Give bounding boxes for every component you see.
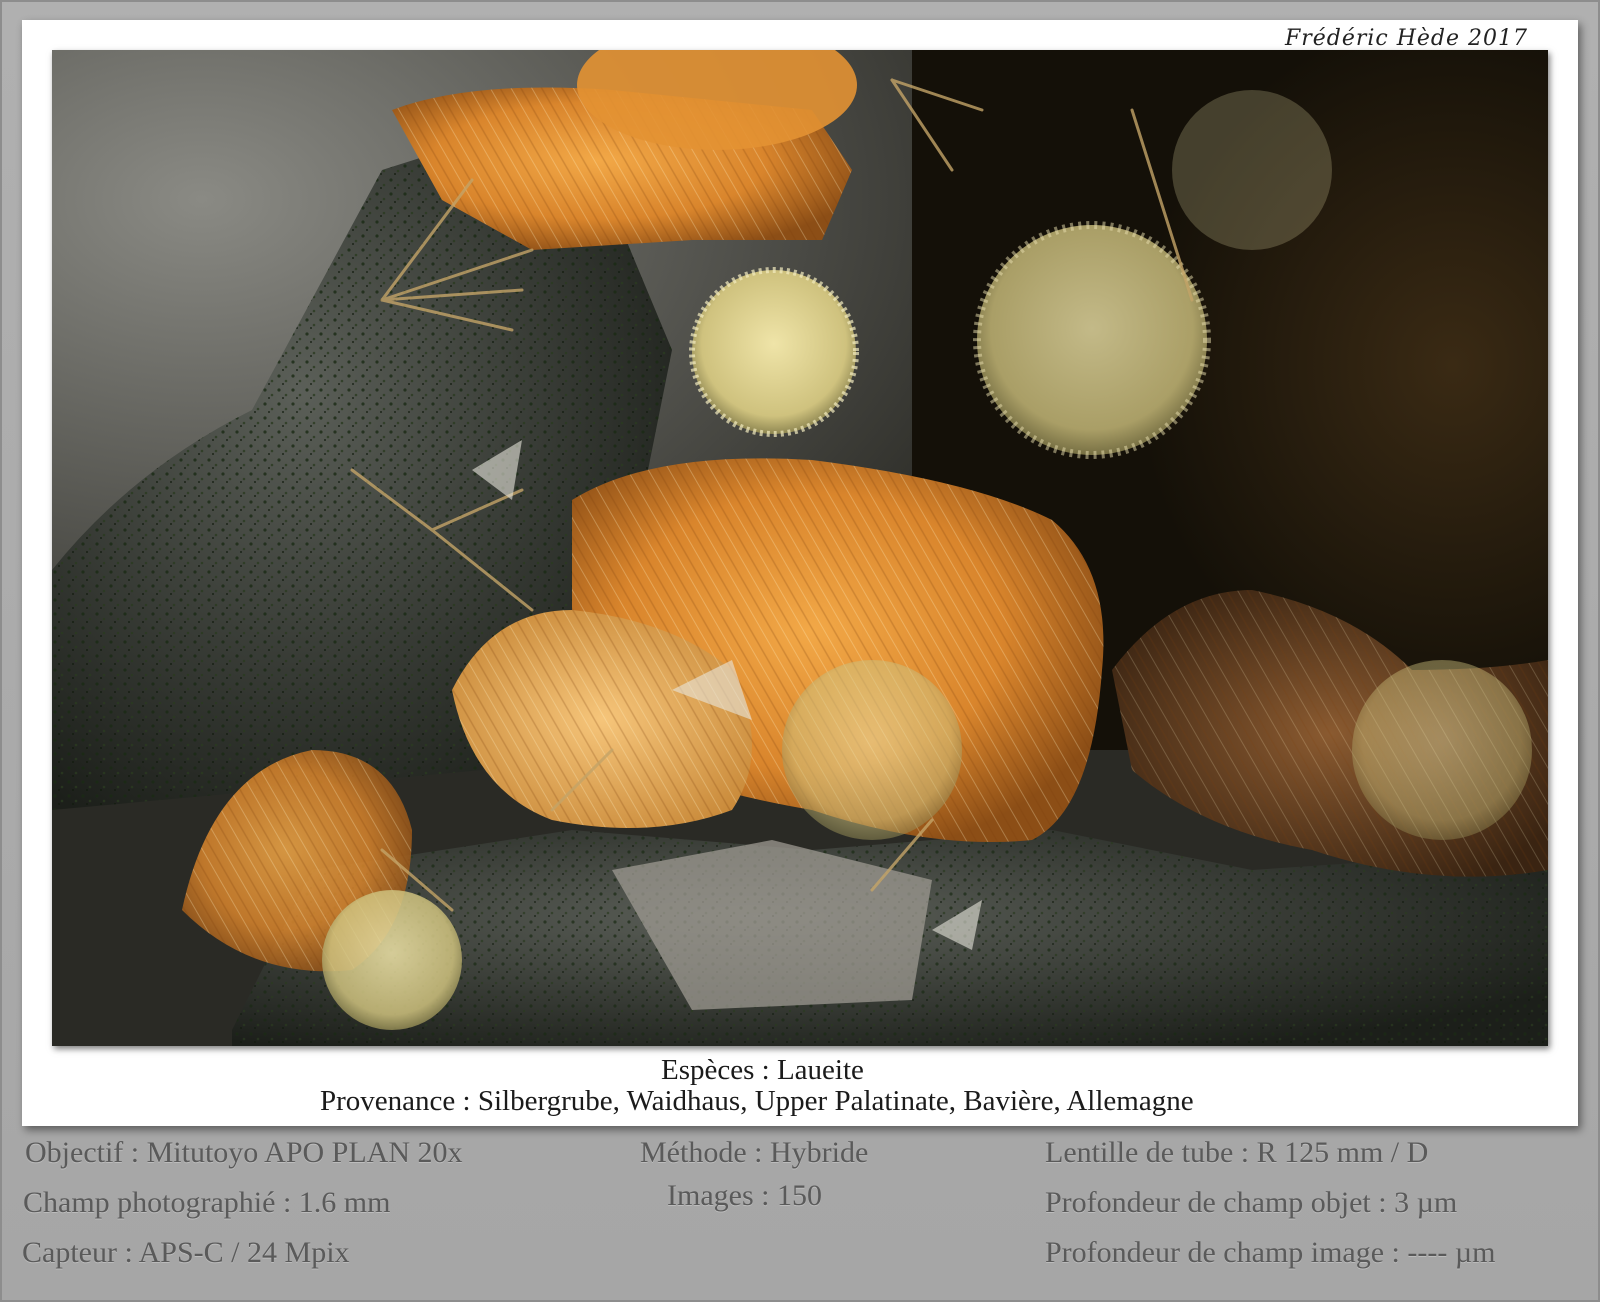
image-depth-info: Profondeur de champ image : ---- µm (1045, 1236, 1496, 1269)
species-caption: Espèces : Laueite (661, 1054, 864, 1086)
photographer-signature: Frédéric Hède 2017 (1284, 26, 1528, 51)
origin-caption: Provenance : Silbergrube, Waidhaus, Uppe… (320, 1085, 1194, 1117)
field-info: Champ photographié : 1.6 mm (23, 1186, 391, 1219)
mineral-photo-art (52, 50, 1548, 1046)
sensor-info: Capteur : APS-C / 24 Mpix (22, 1236, 350, 1269)
object-depth-info: Profondeur de champ objet : 3 µm (1045, 1186, 1458, 1219)
mineral-photo (52, 50, 1548, 1046)
objective-info: Objectif : Mitutoyo APO PLAN 20x (25, 1136, 463, 1169)
images-info: Images : 150 (667, 1179, 822, 1212)
method-info: Méthode : Hybride (640, 1136, 869, 1169)
tube-lens-info: Lentille de tube : R 125 mm / D (1045, 1136, 1429, 1169)
